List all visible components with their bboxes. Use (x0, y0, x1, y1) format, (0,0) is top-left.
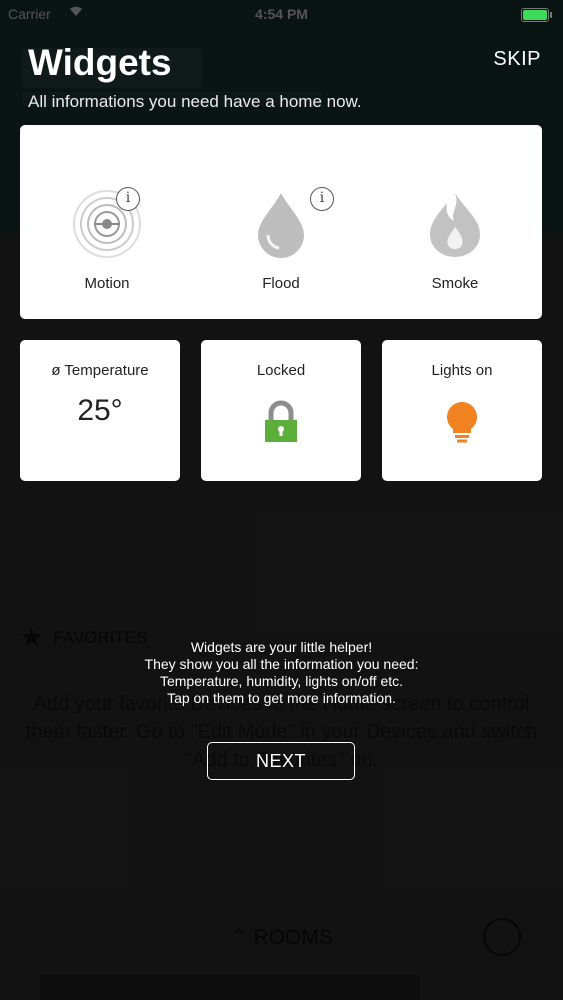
page-subtitle: All informations you need have a home no… (28, 92, 362, 111)
battery-icon (521, 8, 552, 22)
temperature-value: 25° (77, 394, 123, 427)
tooltip-line: They show you all the information you ne… (144, 656, 419, 672)
sensor-motion[interactable]: i Motion (20, 125, 194, 319)
battery-level (523, 10, 547, 20)
flood-info-icon[interactable]: i (310, 187, 334, 211)
sensor-flood[interactable]: i Flood (194, 125, 368, 319)
onboarding-tooltip: Widgets are your little helper! They sho… (90, 639, 473, 707)
sensor-flood-label: Flood (262, 275, 300, 292)
flame-icon (430, 193, 480, 257)
light-bulb-icon (447, 402, 477, 443)
padlock-icon (265, 400, 297, 442)
clock: 4:54 PM (255, 6, 308, 22)
status-bar: Carrier 4:54 PM (0, 0, 563, 28)
sensor-smoke-label: Smoke (431, 275, 479, 292)
temperature-tile[interactable]: ø Temperature 25° (20, 340, 180, 481)
motion-info-icon[interactable]: i (116, 187, 140, 211)
lights-label: Lights on (431, 362, 493, 379)
lock-tile[interactable]: Locked (201, 340, 361, 481)
sensor-smoke[interactable]: Smoke (368, 125, 542, 319)
sensor-widget-card: i Motion i Flood Smoke (20, 125, 542, 319)
tooltip-line: Tap on them to get more information. (167, 690, 396, 706)
temperature-label: ø Temperature (51, 362, 149, 379)
sensor-motion-label: Motion (84, 275, 130, 292)
tooltip-line: Widgets are your little helper! (190, 639, 373, 655)
next-button[interactable]: NEXT (207, 742, 355, 780)
water-drop-icon (258, 193, 304, 258)
skip-button[interactable]: SKIP (493, 48, 541, 71)
lights-tile[interactable]: Lights on (382, 340, 542, 481)
lock-label: Locked (256, 362, 306, 379)
tooltip-line: Temperature, humidity, lights on/off etc… (159, 673, 404, 689)
page-title: Widgets (28, 42, 172, 83)
